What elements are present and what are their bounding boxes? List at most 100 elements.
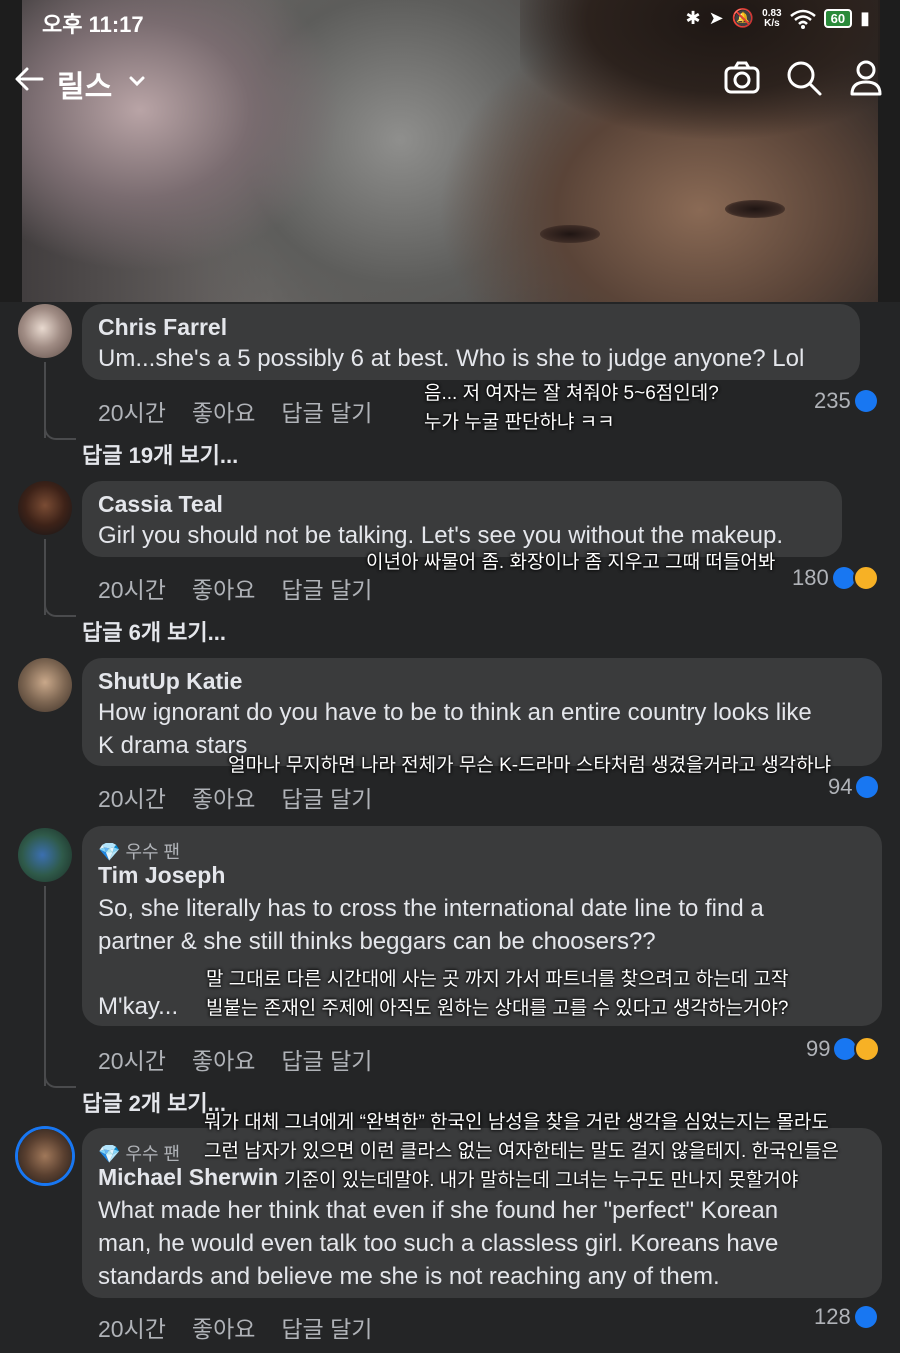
translation-line: 말 그대로 다른 시간대에 사는 곳 까지 가서 파트너를 찾으려고 하는데 고… <box>206 969 789 990</box>
chevron-down-icon[interactable] <box>128 72 146 90</box>
comment-item: ShutUp Katie How ignorant do you have to… <box>0 656 900 816</box>
reaction-count-value: 128 <box>814 1304 851 1329</box>
video-figure-eye <box>725 200 785 218</box>
avatar[interactable] <box>18 658 72 712</box>
reel-video[interactable]: 오후 11:17 ✱ ➤ 🔕 0.83 K/s 60 ▮ 릴스 <box>0 0 900 302</box>
comment-actions: 20시간 좋아요 답글 달기 <box>98 571 398 605</box>
haha-reaction-icon <box>854 1036 881 1062</box>
like-reaction-icon <box>834 1038 857 1060</box>
like-button[interactable]: 좋아요 <box>192 400 255 426</box>
comment-bubble[interactable]: Chris Farrel Um...she's a 5 possibly 6 a… <box>82 304 860 380</box>
comment-text-line: How ignorant do you have to be to think … <box>98 699 812 726</box>
translation-line: 빌붙는 존재인 주제에 아직도 원하는 상대를 고를 수 있다고 생각하는거야? <box>206 998 789 1019</box>
comment-time: 20시간 <box>98 786 166 812</box>
camera-icon[interactable] <box>722 58 762 98</box>
comment-bubble[interactable]: ShutUp Katie How ignorant do you have to… <box>82 658 882 766</box>
comment-actions: 20시간 좋아요 답글 달기 <box>98 780 398 814</box>
bluetooth-icon: ✱ <box>685 8 701 28</box>
like-button[interactable]: 좋아요 <box>192 786 255 812</box>
reply-button[interactable]: 답글 달기 <box>281 1048 372 1074</box>
reaction-count-value: 180 <box>792 565 829 590</box>
diamond-icon: 💎 <box>98 842 121 862</box>
comment-author[interactable]: Cassia Teal <box>98 491 223 518</box>
avatar[interactable] <box>18 1129 72 1183</box>
like-reaction-icon <box>854 390 877 412</box>
translation-line: 누가 누굴 판단하냐 ㅋㅋ <box>424 412 615 433</box>
like-button[interactable]: 좋아요 <box>192 577 255 603</box>
comment-text-line: man, he would even talk too such a class… <box>98 1230 779 1257</box>
reply-button[interactable]: 답글 달기 <box>281 577 372 603</box>
translation-overlay: 말 그대로 다른 시간대에 사는 곳 까지 가서 파트너를 찾으려고 하는데 고… <box>206 965 788 1023</box>
comment-time: 20시간 <box>98 1048 166 1074</box>
comment-text: So, she literally has to cross the inter… <box>98 892 764 958</box>
reaction-count[interactable]: 235 <box>814 388 877 414</box>
translation-line: 음... 저 여자는 잘 쳐줘야 5~6점인데? <box>424 383 719 404</box>
comment-author[interactable]: Tim Joseph <box>98 862 225 889</box>
thread-connector <box>44 1072 76 1088</box>
reaction-count[interactable]: 180 <box>792 565 879 591</box>
avatar[interactable] <box>18 481 72 535</box>
thread-connector <box>44 424 76 440</box>
translation-line: 뭐가 대체 그녀에게 “완벽한” 한국인 남성을 찾을 거란 생각을 심었는지는… <box>204 1112 829 1133</box>
page-title[interactable]: 릴스 <box>57 62 112 106</box>
comment-text-line: So, she literally has to cross the inter… <box>98 895 764 922</box>
like-button[interactable]: 좋아요 <box>192 1048 255 1074</box>
profile-icon[interactable] <box>846 58 886 98</box>
reaction-count[interactable]: 99 <box>806 1036 881 1062</box>
view-replies-link[interactable]: 답글 6개 보기... <box>82 615 226 647</box>
status-icons: ✱ ➤ 🔕 0.83 K/s 60 ▮ <box>686 8 870 29</box>
top-fan-badge: 💎 우수 팬 <box>98 838 180 864</box>
comment-actions: 20시간 좋아요 답글 달기 <box>98 394 398 428</box>
translation-line: 이년아 싸물어 좀. 화장이나 좀 지우고 그때 떠들어봐 <box>366 552 776 573</box>
translation-overlay: 이년아 싸물어 좀. 화장이나 좀 지우고 그때 떠들어봐 <box>366 548 775 577</box>
translation-overlay: 뭐가 대체 그녀에게 “완벽한” 한국인 남성을 찾을 거란 생각을 심었는지는… <box>204 1108 839 1195</box>
wifi-icon <box>789 9 816 29</box>
comment-text-line: What made her think that even if she fou… <box>98 1197 779 1224</box>
reaction-count-value: 99 <box>806 1036 831 1061</box>
location-icon: ➤ <box>708 8 724 28</box>
translation-overlay: 얼마나 무지하면 나라 전체가 무슨 K-드라마 스타처럼 생겼을거라고 생각하… <box>228 751 831 780</box>
translation-overlay: 음... 저 여자는 잘 쳐줘야 5~6점인데? 누가 누굴 판단하냐 ㅋㅋ <box>424 379 719 437</box>
comment-text-line: partner & she still thinks beggars can b… <box>98 928 656 955</box>
avatar[interactable] <box>18 828 72 882</box>
comment-bubble[interactable]: Cassia Teal Girl you should not be talki… <box>82 481 842 557</box>
comment-time: 20시간 <box>98 400 166 426</box>
comment-text: Um...she's a 5 possibly 6 at best. Who i… <box>98 345 805 372</box>
diamond-icon: 💎 <box>98 1144 121 1164</box>
video-edge-right <box>878 0 900 302</box>
comment-time: 20시간 <box>98 577 166 603</box>
haha-reaction-icon <box>852 565 879 591</box>
view-replies-link[interactable]: 답글 19개 보기... <box>82 438 238 470</box>
top-fan-label: 우수 팬 <box>125 842 181 862</box>
mute-icon: 🔕 <box>731 8 755 28</box>
translation-line: 그런 남자가 있으면 이런 클라스 없는 여자한테는 말도 걸지 않을테지. 한… <box>204 1141 839 1162</box>
translation-line: 기준이 있는데말야. 내가 말하는데 그녀는 누구도 만나지 못할거야 <box>284 1170 799 1191</box>
reaction-count[interactable]: 128 <box>814 1304 877 1330</box>
like-button[interactable]: 좋아요 <box>192 1316 255 1342</box>
comment-actions: 20시간 좋아요 답글 달기 <box>98 1042 398 1076</box>
like-reaction-icon <box>854 1306 877 1328</box>
back-arrow-icon[interactable] <box>12 62 46 96</box>
battery-indicator: 60 <box>823 9 853 28</box>
reaction-count-value: 94 <box>828 774 853 799</box>
avatar[interactable] <box>18 304 72 358</box>
reply-button[interactable]: 답글 달기 <box>281 1316 372 1342</box>
like-reaction-icon <box>856 776 879 798</box>
top-fan-label: 우수 팬 <box>125 1144 181 1164</box>
comment-author[interactable]: ShutUp Katie <box>98 668 242 695</box>
comment-author[interactable]: Chris Farrel <box>98 314 227 341</box>
video-edge-left <box>0 0 22 302</box>
reply-button[interactable]: 답글 달기 <box>281 786 372 812</box>
reaction-count-value: 235 <box>814 388 851 413</box>
like-reaction-icon <box>832 567 855 589</box>
comment-time: 20시간 <box>98 1316 166 1342</box>
comment-text-tail: M'kay... <box>98 993 179 1020</box>
comment-item: 💎 우수 팬 Tim Joseph So, she literally has … <box>0 826 900 1116</box>
search-icon[interactable] <box>784 58 824 98</box>
reaction-count[interactable]: 94 <box>828 774 879 800</box>
status-bar: 오후 11:17 ✱ ➤ 🔕 0.83 K/s 60 ▮ <box>0 0 900 40</box>
comment-actions: 20시간 좋아요 답글 달기 <box>98 1310 398 1344</box>
reply-button[interactable]: 답글 달기 <box>281 400 372 426</box>
charging-icon: ▮ <box>860 8 870 28</box>
top-fan-badge: 💎 우수 팬 <box>98 1140 180 1166</box>
